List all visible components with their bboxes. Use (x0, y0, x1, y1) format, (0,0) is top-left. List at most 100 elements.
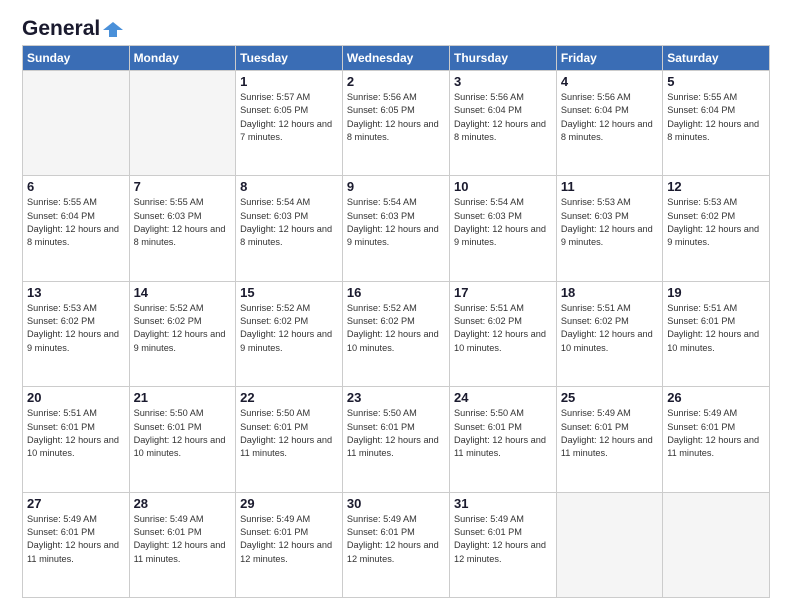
calendar-cell: 13 Sunrise: 5:53 AM Sunset: 6:02 PM Dayli… (23, 281, 130, 386)
day-number: 3 (454, 74, 552, 89)
logo: General (22, 18, 125, 37)
weekday-header-friday: Friday (556, 46, 662, 71)
day-number: 4 (561, 74, 658, 89)
calendar-cell: 17 Sunrise: 5:51 AM Sunset: 6:02 PM Dayli… (450, 281, 557, 386)
day-number: 18 (561, 285, 658, 300)
day-number: 7 (134, 179, 232, 194)
calendar-cell: 3 Sunrise: 5:56 AM Sunset: 6:04 PM Daylig… (450, 71, 557, 176)
day-number: 13 (27, 285, 125, 300)
calendar-cell: 10 Sunrise: 5:54 AM Sunset: 6:03 PM Dayli… (450, 176, 557, 281)
weekday-header-tuesday: Tuesday (236, 46, 343, 71)
calendar-cell: 23 Sunrise: 5:50 AM Sunset: 6:01 PM Dayli… (342, 387, 449, 492)
calendar-cell: 30 Sunrise: 5:49 AM Sunset: 6:01 PM Dayli… (342, 492, 449, 597)
calendar-cell: 2 Sunrise: 5:56 AM Sunset: 6:05 PM Daylig… (342, 71, 449, 176)
calendar-cell (23, 71, 130, 176)
day-info: Sunrise: 5:52 AM Sunset: 6:02 PM Dayligh… (134, 302, 232, 355)
day-info: Sunrise: 5:54 AM Sunset: 6:03 PM Dayligh… (347, 196, 445, 249)
day-number: 14 (134, 285, 232, 300)
day-info: Sunrise: 5:50 AM Sunset: 6:01 PM Dayligh… (134, 407, 232, 460)
day-info: Sunrise: 5:56 AM Sunset: 6:04 PM Dayligh… (561, 91, 658, 144)
day-number: 5 (667, 74, 765, 89)
calendar-week-row: 6Sunrise: 5:55 AM Sunset: 6:04 PM Daylig… (23, 176, 770, 281)
day-number: 31 (454, 496, 552, 511)
day-number: 17 (454, 285, 552, 300)
day-number: 11 (561, 179, 658, 194)
day-info: Sunrise: 5:52 AM Sunset: 6:02 PM Dayligh… (240, 302, 338, 355)
page: General SundayMondayTuesdayWednesdayThur… (0, 0, 792, 612)
day-number: 2 (347, 74, 445, 89)
day-info: Sunrise: 5:53 AM Sunset: 6:03 PM Dayligh… (561, 196, 658, 249)
day-number: 25 (561, 390, 658, 405)
day-info: Sunrise: 5:49 AM Sunset: 6:01 PM Dayligh… (347, 513, 445, 566)
calendar-cell (663, 492, 770, 597)
day-info: Sunrise: 5:53 AM Sunset: 6:02 PM Dayligh… (27, 302, 125, 355)
day-info: Sunrise: 5:53 AM Sunset: 6:02 PM Dayligh… (667, 196, 765, 249)
calendar-cell: 31 Sunrise: 5:49 AM Sunset: 6:01 PM Dayli… (450, 492, 557, 597)
day-number: 22 (240, 390, 338, 405)
logo-text: General (22, 18, 125, 39)
day-number: 19 (667, 285, 765, 300)
calendar-cell: 27Sunrise: 5:49 AM Sunset: 6:01 PM Dayli… (23, 492, 130, 597)
calendar-week-row: 20 Sunrise: 5:51 AM Sunset: 6:01 PM Dayli… (23, 387, 770, 492)
weekday-header-wednesday: Wednesday (342, 46, 449, 71)
calendar-table: SundayMondayTuesdayWednesdayThursdayFrid… (22, 45, 770, 598)
day-info: Sunrise: 5:51 AM Sunset: 6:02 PM Dayligh… (454, 302, 552, 355)
day-info: Sunrise: 5:55 AM Sunset: 6:04 PM Dayligh… (667, 91, 765, 144)
day-number: 23 (347, 390, 445, 405)
weekday-header-thursday: Thursday (450, 46, 557, 71)
day-number: 28 (134, 496, 232, 511)
calendar-cell: 19 Sunrise: 5:51 AM Sunset: 6:01 PM Dayli… (663, 281, 770, 386)
day-info: Sunrise: 5:57 AM Sunset: 6:05 PM Dayligh… (240, 91, 338, 144)
day-info: Sunrise: 5:50 AM Sunset: 6:01 PM Dayligh… (240, 407, 338, 460)
calendar-week-row: 13 Sunrise: 5:53 AM Sunset: 6:02 PM Dayli… (23, 281, 770, 386)
day-info: Sunrise: 5:49 AM Sunset: 6:01 PM Dayligh… (27, 513, 125, 566)
day-info: Sunrise: 5:51 AM Sunset: 6:01 PM Dayligh… (667, 302, 765, 355)
day-info: Sunrise: 5:55 AM Sunset: 6:03 PM Dayligh… (134, 196, 232, 249)
day-info: Sunrise: 5:52 AM Sunset: 6:02 PM Dayligh… (347, 302, 445, 355)
day-info: Sunrise: 5:54 AM Sunset: 6:03 PM Dayligh… (454, 196, 552, 249)
calendar-cell: 5 Sunrise: 5:55 AM Sunset: 6:04 PM Daylig… (663, 71, 770, 176)
day-number: 6 (27, 179, 125, 194)
calendar-cell: 24 Sunrise: 5:50 AM Sunset: 6:01 PM Dayli… (450, 387, 557, 492)
day-info: Sunrise: 5:51 AM Sunset: 6:01 PM Dayligh… (27, 407, 125, 460)
day-info: Sunrise: 5:56 AM Sunset: 6:04 PM Dayligh… (454, 91, 552, 144)
day-info: Sunrise: 5:49 AM Sunset: 6:01 PM Dayligh… (667, 407, 765, 460)
calendar-cell: 1Sunrise: 5:57 AM Sunset: 6:05 PM Daylig… (236, 71, 343, 176)
calendar-cell: 15 Sunrise: 5:52 AM Sunset: 6:02 PM Dayli… (236, 281, 343, 386)
day-info: Sunrise: 5:56 AM Sunset: 6:05 PM Dayligh… (347, 91, 445, 144)
day-number: 24 (454, 390, 552, 405)
calendar-cell: 21 Sunrise: 5:50 AM Sunset: 6:01 PM Dayli… (129, 387, 236, 492)
calendar-cell: 26 Sunrise: 5:49 AM Sunset: 6:01 PM Dayli… (663, 387, 770, 492)
calendar-cell: 4 Sunrise: 5:56 AM Sunset: 6:04 PM Daylig… (556, 71, 662, 176)
calendar-cell: 29Sunrise: 5:49 AM Sunset: 6:01 PM Dayli… (236, 492, 343, 597)
day-number: 10 (454, 179, 552, 194)
day-number: 8 (240, 179, 338, 194)
day-info: Sunrise: 5:54 AM Sunset: 6:03 PM Dayligh… (240, 196, 338, 249)
day-info: Sunrise: 5:49 AM Sunset: 6:01 PM Dayligh… (134, 513, 232, 566)
calendar-cell: 28 Sunrise: 5:49 AM Sunset: 6:01 PM Dayli… (129, 492, 236, 597)
day-info: Sunrise: 5:49 AM Sunset: 6:01 PM Dayligh… (561, 407, 658, 460)
calendar-cell: 20 Sunrise: 5:51 AM Sunset: 6:01 PM Dayli… (23, 387, 130, 492)
day-number: 20 (27, 390, 125, 405)
day-number: 16 (347, 285, 445, 300)
day-number: 15 (240, 285, 338, 300)
calendar-cell: 14 Sunrise: 5:52 AM Sunset: 6:02 PM Dayli… (129, 281, 236, 386)
day-info: Sunrise: 5:50 AM Sunset: 6:01 PM Dayligh… (454, 407, 552, 460)
calendar-cell: 25 Sunrise: 5:49 AM Sunset: 6:01 PM Dayli… (556, 387, 662, 492)
calendar-cell: 9Sunrise: 5:54 AM Sunset: 6:03 PM Daylig… (342, 176, 449, 281)
day-number: 21 (134, 390, 232, 405)
header: General (22, 18, 770, 37)
calendar-cell: 12Sunrise: 5:53 AM Sunset: 6:02 PM Dayli… (663, 176, 770, 281)
day-number: 26 (667, 390, 765, 405)
day-info: Sunrise: 5:49 AM Sunset: 6:01 PM Dayligh… (454, 513, 552, 566)
day-number: 30 (347, 496, 445, 511)
day-info: Sunrise: 5:50 AM Sunset: 6:01 PM Dayligh… (347, 407, 445, 460)
day-info: Sunrise: 5:49 AM Sunset: 6:01 PM Dayligh… (240, 513, 338, 566)
weekday-header-monday: Monday (129, 46, 236, 71)
weekday-header-sunday: Sunday (23, 46, 130, 71)
calendar-cell (556, 492, 662, 597)
weekday-header-saturday: Saturday (663, 46, 770, 71)
calendar-cell: 22 Sunrise: 5:50 AM Sunset: 6:01 PM Dayli… (236, 387, 343, 492)
calendar-cell: 16 Sunrise: 5:52 AM Sunset: 6:02 PM Dayli… (342, 281, 449, 386)
calendar-cell: 7 Sunrise: 5:55 AM Sunset: 6:03 PM Daylig… (129, 176, 236, 281)
